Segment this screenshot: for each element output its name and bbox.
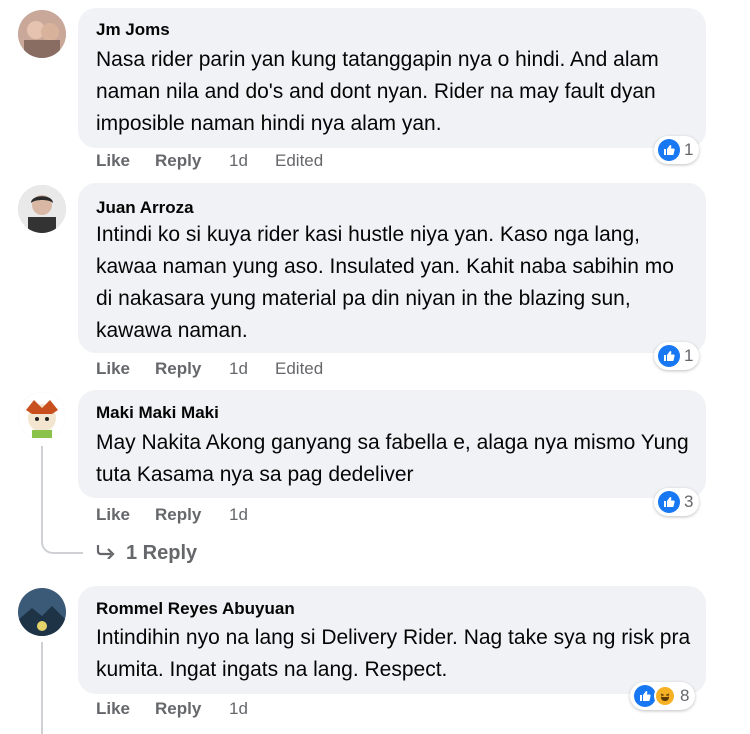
comment-author[interactable]: Maki Maki Maki [96, 403, 219, 423]
comment-author[interactable]: Rommel Reyes Abuyuan [96, 599, 295, 619]
like-button[interactable]: Like [96, 699, 130, 719]
comment-bubble: Maki Maki Maki May Nakita Akong ganyang … [78, 390, 706, 498]
comment-text: Nasa rider parin yan kung tatanggapin ny… [96, 48, 659, 135]
like-button[interactable]: Like [96, 505, 130, 525]
comment-text: Intindi ko si kuya rider kasi hustle niy… [96, 223, 674, 342]
thumbs-up-icon [658, 345, 680, 367]
comment-bubble: Rommel Reyes Abuyuan Intindihin nyo na l… [78, 586, 706, 694]
comment-text: May Nakita Akong ganyang sa fabella e, a… [96, 431, 689, 486]
thumbs-up-icon [634, 685, 656, 707]
reaction-number: 3 [684, 492, 694, 511]
reaction-count[interactable]: 1 [654, 342, 700, 370]
reaction-count[interactable]: 8 [630, 682, 696, 710]
reaction-number: 8 [680, 686, 690, 705]
like-button[interactable]: Like [96, 359, 130, 379]
avatar[interactable] [18, 588, 66, 636]
reaction-number: 1 [684, 140, 694, 159]
edited-label: Edited [275, 359, 324, 378]
avatar[interactable] [18, 392, 66, 440]
thread-connector [41, 536, 83, 554]
comment-text: Intindihin nyo na lang si Delivery Rider… [96, 626, 691, 681]
avatar[interactable] [18, 185, 66, 233]
thread-line [41, 642, 43, 734]
reaction-count[interactable]: 1 [654, 136, 700, 164]
replies-count[interactable]: 1 Reply [126, 542, 197, 565]
reply-button[interactable]: Reply [155, 151, 201, 171]
timestamp[interactable]: 1d [229, 505, 248, 525]
thumbs-up-icon [658, 139, 680, 161]
timestamp[interactable]: 1d [229, 359, 248, 379]
reply-button[interactable]: Reply [155, 505, 201, 525]
reply-button[interactable]: Reply [155, 359, 201, 379]
comment-bubble: Jm Joms Nasa rider parin yan kung tatang… [78, 8, 706, 148]
thumbs-up-icon [658, 491, 680, 513]
edited-label: Edited [275, 151, 324, 170]
reaction-count[interactable]: 3 [654, 488, 700, 516]
avatar[interactable] [18, 10, 66, 58]
like-button[interactable]: Like [96, 151, 130, 171]
reply-button[interactable]: Reply [155, 699, 201, 719]
comment-author[interactable]: Juan Arroza [96, 198, 194, 218]
comment-bubble: Juan Arroza Intindi ko si kuya rider kas… [78, 183, 706, 353]
reply-arrow-icon [96, 542, 116, 565]
thread-line [41, 446, 43, 538]
haha-emoji-icon [654, 685, 676, 707]
timestamp[interactable]: 1d [229, 151, 248, 171]
view-replies-link[interactable]: 1 Reply [96, 542, 197, 565]
timestamp[interactable]: 1d [229, 699, 248, 719]
comment-author[interactable]: Jm Joms [96, 20, 170, 40]
reaction-number: 1 [684, 346, 694, 365]
